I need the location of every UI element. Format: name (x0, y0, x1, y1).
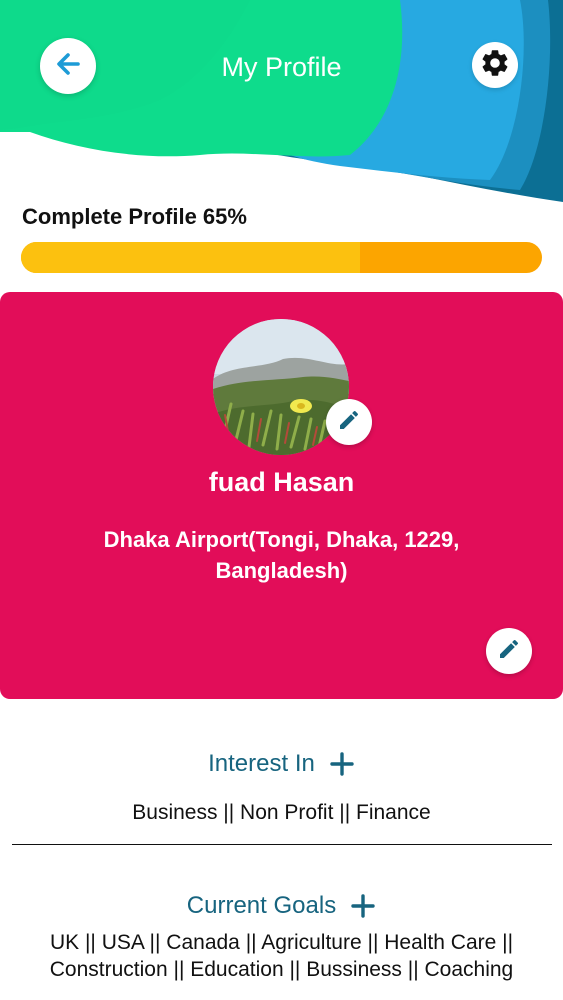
profile-card: fuad Hasan Dhaka Airport(Tongi, Dhaka, 1… (0, 292, 563, 699)
header-wave-background (0, 0, 563, 210)
avatar-edit-button[interactable] (326, 399, 372, 445)
profile-address: Dhaka Airport(Tongi, Dhaka, 1229, Bangla… (103, 527, 460, 583)
section-divider (12, 844, 552, 845)
progress-bar (21, 242, 542, 273)
interest-title: Interest In (208, 750, 315, 777)
goals-title: Current Goals (186, 892, 337, 919)
pencil-icon (337, 408, 361, 437)
interest-value: Business || Non Profit || Finance (132, 801, 431, 824)
pencil-icon (497, 637, 521, 666)
profile-edit-button[interactable] (486, 628, 532, 674)
profile-name: fuad Hasan (208, 467, 355, 497)
plus-icon[interactable] (350, 893, 376, 919)
avatar[interactable] (213, 319, 349, 455)
avatar-container (213, 319, 372, 455)
goals-value: UK || USA || Canada || Agriculture || He… (49, 931, 514, 981)
interest-section-header: Interest In (0, 750, 563, 778)
progress-label: Complete Profile 65% (22, 204, 247, 229)
progress-bar-fill (21, 242, 360, 273)
goals-section-header: Current Goals (0, 892, 563, 920)
gear-icon (479, 47, 511, 84)
settings-button[interactable] (472, 42, 518, 88)
plus-icon[interactable] (329, 751, 355, 777)
